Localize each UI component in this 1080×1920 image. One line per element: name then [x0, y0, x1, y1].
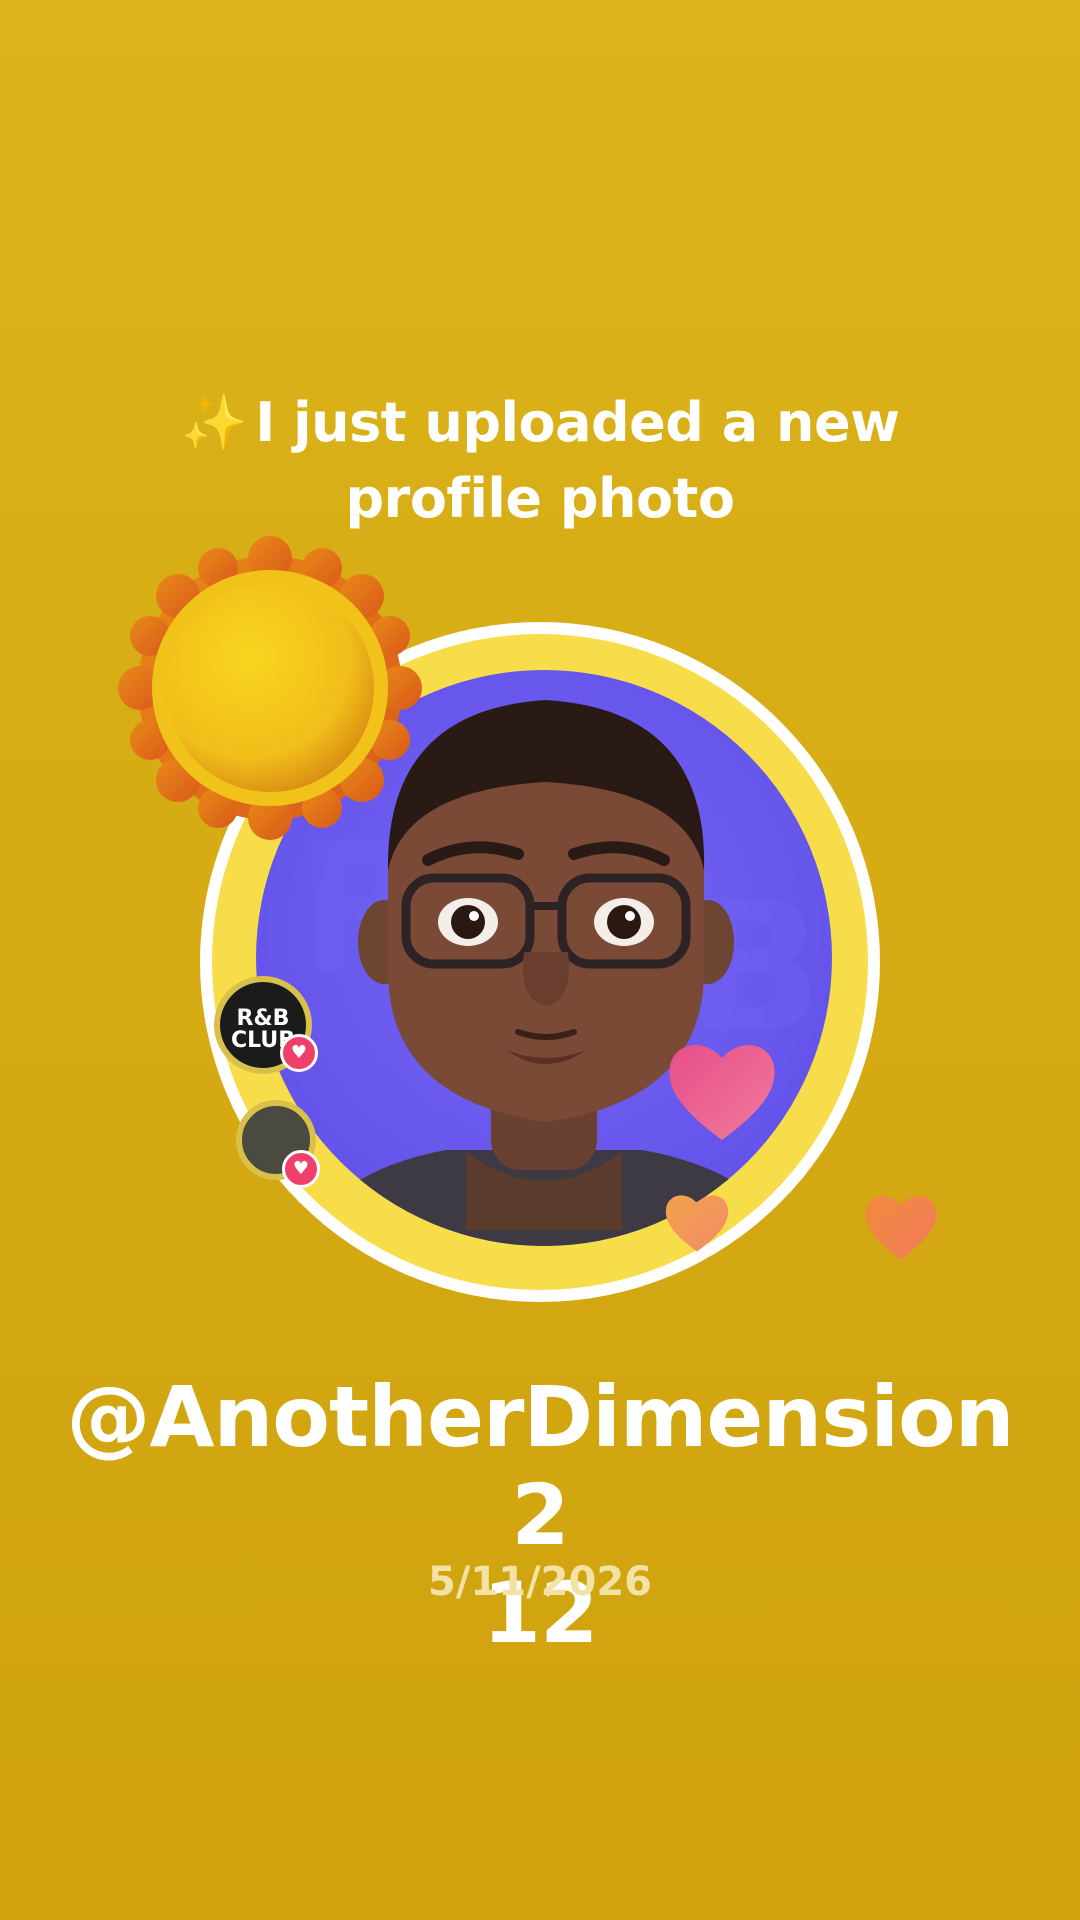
announcement-line-1: ✨ I just uploaded a new — [140, 385, 940, 461]
heart-icon — [865, 1195, 937, 1260]
announcement-line-1-text: I just uploaded a new — [255, 391, 900, 454]
username-line-1: @AnotherDimension2 — [66, 1368, 1015, 1564]
sparkle-icon: ✨ — [180, 391, 248, 454]
heart-icon — [665, 1195, 729, 1252]
heart-icon: ♥ — [282, 1150, 320, 1188]
heart-icon: ♥ — [280, 1034, 318, 1072]
heart-icon — [669, 1044, 775, 1140]
username[interactable]: @AnotherDimension2 12 — [40, 1368, 1040, 1662]
story-page: { "announcement": { "sparkle_icon": "✨",… — [0, 0, 1080, 1920]
user-chip[interactable]: ♥ — [236, 1100, 320, 1188]
post-date: 5/11/2026 — [427, 1559, 653, 1605]
announcement-line-2: profile photo — [345, 467, 735, 530]
announcement-text: ✨ I just uploaded a new profile photo — [140, 385, 940, 537]
sun-icon — [118, 536, 422, 840]
rb-club-chip[interactable]: R&B CLUB ♥ — [214, 976, 318, 1074]
